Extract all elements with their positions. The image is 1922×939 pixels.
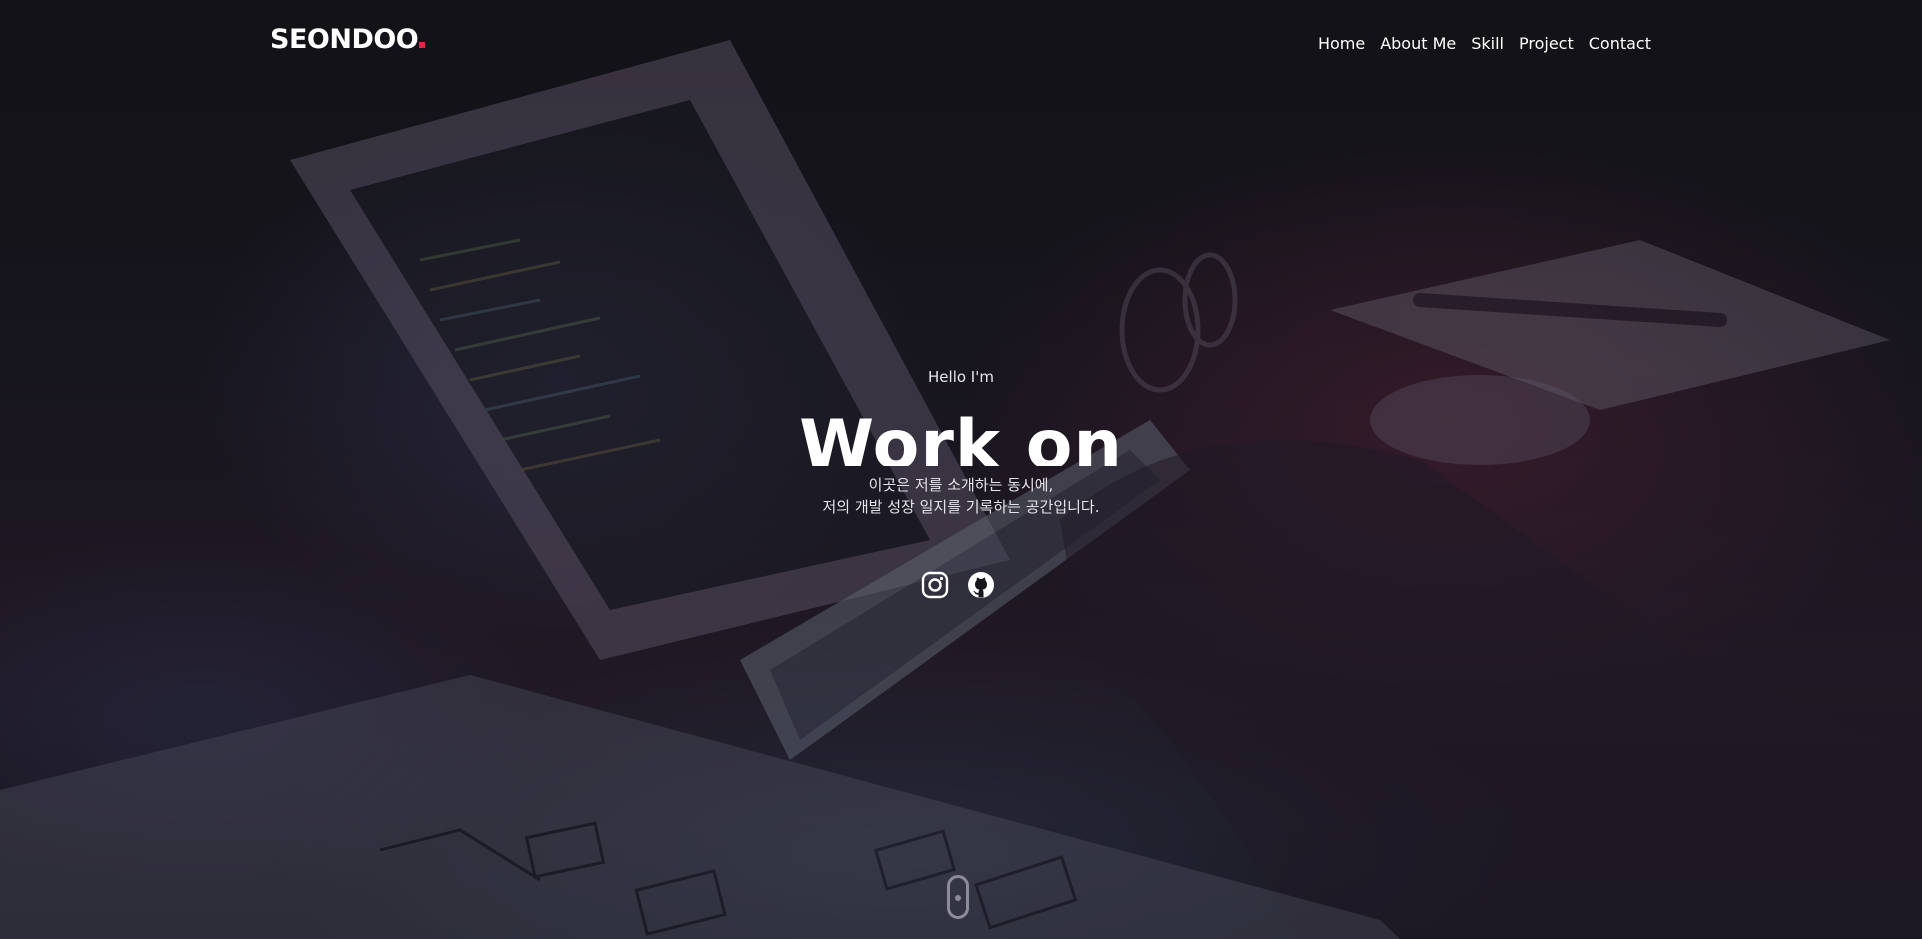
nav-item-home[interactable]: Home — [1318, 34, 1365, 53]
social-links — [921, 571, 995, 599]
background-photo — [0, 0, 1922, 939]
instagram-icon[interactable] — [921, 571, 949, 599]
site-logo[interactable]: SEONDOO — [270, 24, 426, 55]
nav-item-skill[interactable]: Skill — [1471, 34, 1504, 53]
nav-item-about-me[interactable]: About Me — [1380, 34, 1456, 53]
nav-item-contact[interactable]: Contact — [1589, 34, 1651, 53]
nav-item-project[interactable]: Project — [1519, 34, 1574, 53]
hero-section: SEONDOO Home About Me Skill Project Cont… — [0, 0, 1922, 939]
hero-intro-line-2: 저의 개발 성장 일지를 기록하는 공간입니다. — [822, 498, 1100, 516]
hero-intro-line-1: 이곳은 저를 소개하는 동시에, — [868, 476, 1054, 494]
nav-menu: Home About Me Skill Project Contact — [1318, 34, 1651, 53]
hero-intro: 이곳은 저를 소개하는 동시에, 저의 개발 성장 일지를 기록하는 공간입니다… — [0, 474, 1922, 518]
top-navigation: SEONDOO Home About Me Skill Project Cont… — [0, 0, 1922, 90]
logo-accent-dot — [419, 42, 426, 48]
hero-headline-container: Work on — [0, 398, 1922, 466]
hero-greeting: Hello I'm — [928, 368, 994, 386]
github-icon[interactable] — [967, 571, 995, 599]
hero-headline: Work on — [799, 406, 1123, 466]
scroll-down-indicator[interactable] — [947, 875, 969, 919]
logo-text: SEONDOO — [270, 24, 419, 55]
scroll-indicator-dot — [955, 895, 961, 901]
